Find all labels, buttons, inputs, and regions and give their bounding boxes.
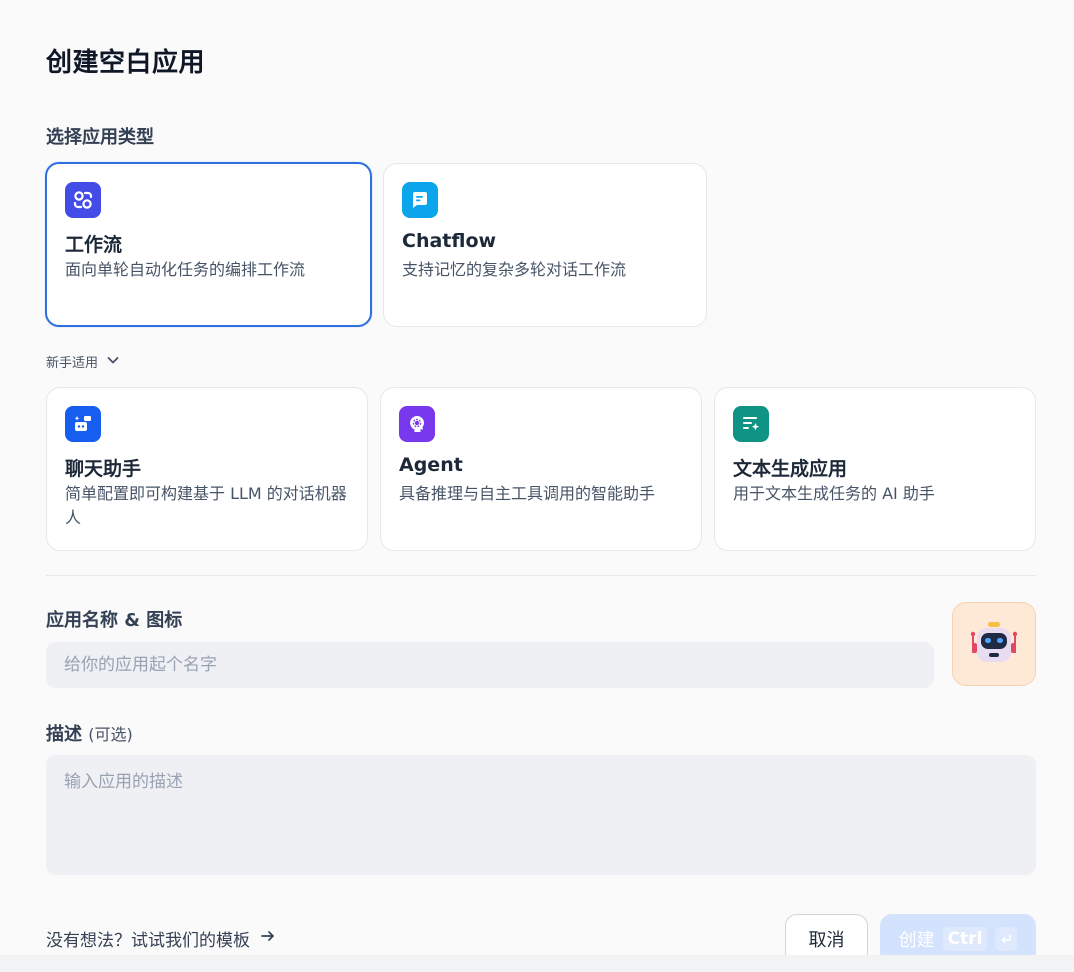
create-button-label: 创建 [898,930,935,951]
robot-icon [970,622,1018,662]
text-generation-icon [733,406,769,442]
app-type-text-generation-card[interactable]: 文本生成应用 用于文本生成任务的 AI 助手 [714,387,1036,551]
enter-key-icon [995,927,1018,951]
app-type-name: 工作流 [65,234,123,256]
app-type-name: 聊天助手 [65,458,142,480]
workflow-icon [65,182,101,218]
app-type-name: Chatflow [402,230,497,252]
create-app-dialog: 创建空白应用 选择应用类型 工作流 面向单轮自动化任务的编排工作流 Chatfl… [0,0,1074,955]
optional-hint: (可选) [88,725,133,744]
chevron-down-icon [106,353,120,371]
app-type-desc: 面向单轮自动化任务的编排工作流 [65,260,306,279]
cancel-button[interactable]: 取消 [785,914,868,955]
description-label-text: 描述 [46,724,82,745]
beginner-toggle[interactable]: 新手适用 [46,352,120,371]
app-type-workflow-card[interactable]: 工作流 面向单轮自动化任务的编排工作流 [45,162,372,327]
dialog-title: 创建空白应用 [46,48,206,78]
app-type-desc: 具备推理与自主工具调用的智能助手 [399,484,656,503]
arrow-right-icon [260,928,276,949]
description-label: 描述 (可选) [46,720,133,746]
app-icon-picker[interactable] [952,602,1036,686]
description-input[interactable] [46,755,1036,875]
chatbot-icon [65,406,101,442]
create-button[interactable]: 创建 Ctrl [880,914,1036,955]
app-type-name: 文本生成应用 [733,458,848,480]
app-name-input[interactable] [46,642,934,688]
template-link-text: 没有想法？试试我们的模板 [46,931,250,951]
chatflow-icon [402,182,438,218]
app-type-agent-card[interactable]: Agent 具备推理与自主工具调用的智能助手 [380,387,702,551]
divider [46,575,1036,576]
app-type-desc: 简单配置即可构建基于 LLM 的对话机器人 [65,484,347,527]
beginner-label: 新手适用 [46,356,99,371]
shortcut-key-ctrl: Ctrl [942,927,988,951]
app-type-chatflow-card[interactable]: Chatflow 支持记忆的复杂多轮对话工作流 [383,163,707,327]
app-type-desc: 支持记忆的复杂多轮对话工作流 [402,260,627,279]
app-type-desc: 用于文本生成任务的 AI 助手 [733,484,935,503]
app-type-label: 选择应用类型 [46,127,154,148]
app-type-chatbot-card[interactable]: 聊天助手 简单配置即可构建基于 LLM 的对话机器人 [46,387,368,551]
app-name-label: 应用名称 & 图标 [46,610,183,631]
template-link[interactable]: 没有想法？试试我们的模板 [46,926,276,951]
app-type-name: Agent [399,454,463,476]
agent-icon [399,406,435,442]
